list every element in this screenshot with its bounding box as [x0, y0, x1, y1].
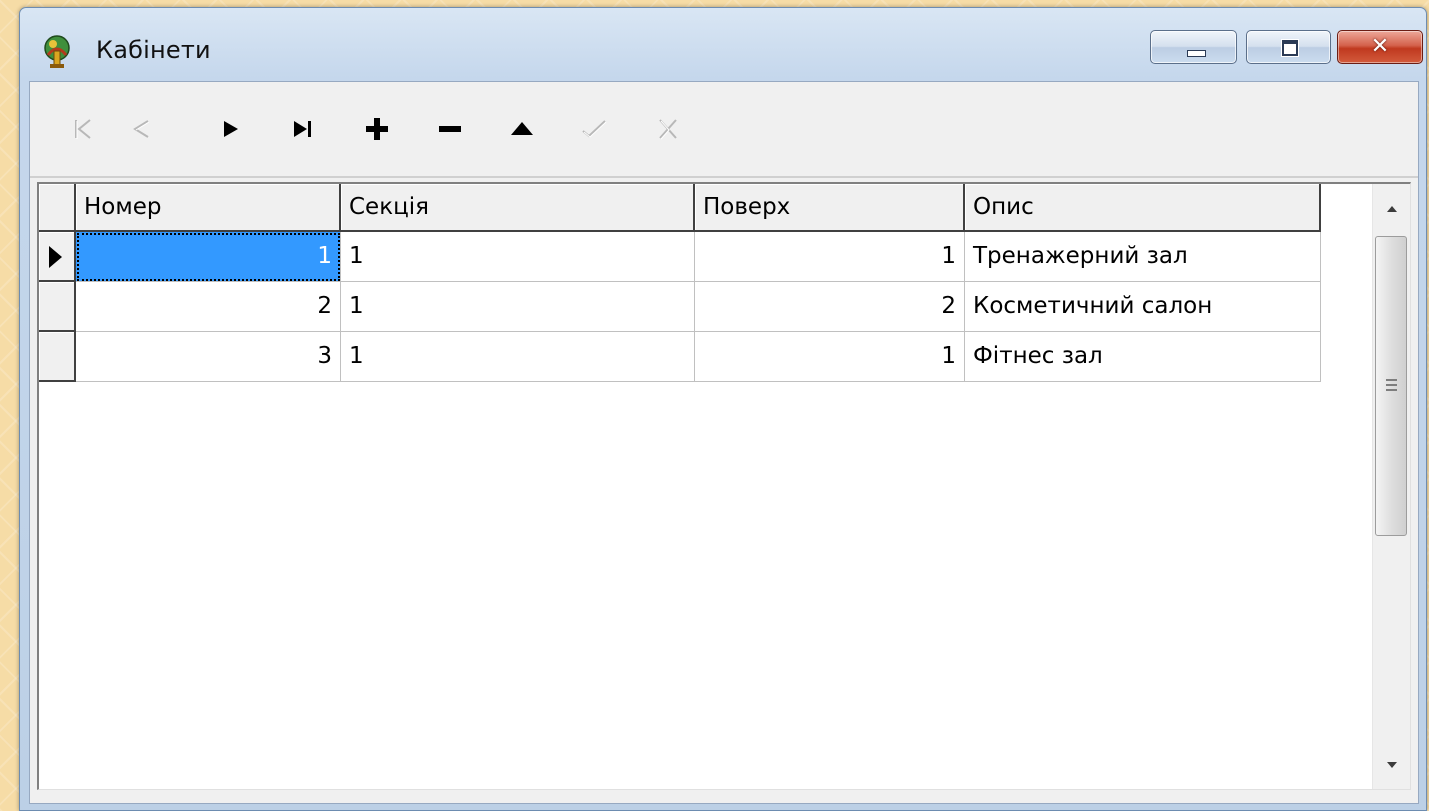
- next-record-button[interactable]: [208, 108, 252, 150]
- column-header-sektsiia[interactable]: Секція: [341, 184, 695, 232]
- cancel-x-icon: [659, 119, 677, 140]
- grid-cell[interactable]: Тренажерний зал: [965, 232, 1321, 282]
- grid-cell[interactable]: 1: [695, 232, 965, 282]
- minimize-button[interactable]: [1150, 30, 1237, 64]
- close-icon: ✕: [1370, 34, 1390, 59]
- data-grid[interactable]: Номер Секція Поверх Опис 1 1 1 Тренажерн…: [37, 182, 1411, 790]
- title-bar[interactable]: Кабінети ✕: [20, 8, 1426, 81]
- last-record-icon: [294, 121, 311, 137]
- db-navigator: [30, 82, 1418, 178]
- grid-cell[interactable]: 2: [695, 282, 965, 332]
- scroll-up-button[interactable]: [1373, 188, 1410, 228]
- delete-record-button[interactable]: [428, 108, 472, 150]
- scroll-down-arrow-icon: [1387, 762, 1397, 768]
- scroll-down-button[interactable]: [1373, 746, 1410, 786]
- vertical-scrollbar[interactable]: [1372, 184, 1410, 789]
- figure-emblem-icon: [44, 35, 70, 68]
- grid-cell[interactable]: 1: [341, 232, 695, 282]
- grid-cell[interactable]: Косметичний салон: [965, 282, 1321, 332]
- close-button[interactable]: ✕: [1337, 30, 1423, 64]
- client-area: Номер Секція Поверх Опис 1 1 1 Тренажерн…: [29, 81, 1419, 804]
- first-record-button[interactable]: [61, 108, 105, 150]
- row-indicator[interactable]: [39, 282, 76, 332]
- grid-cell[interactable]: 3: [76, 332, 341, 382]
- current-row-arrow-icon: [49, 246, 62, 268]
- grid-cell[interactable]: 1: [341, 332, 695, 382]
- prior-record-icon: [133, 120, 150, 138]
- scroll-thumb[interactable]: [1375, 236, 1407, 536]
- scroll-up-arrow-icon: [1387, 206, 1397, 212]
- grid-cell[interactable]: Фітнес зал: [965, 332, 1321, 382]
- next-record-icon: [224, 121, 238, 137]
- column-header-poverkh[interactable]: Поверх: [695, 184, 965, 232]
- plus-icon: [366, 118, 388, 140]
- first-record-icon: [75, 119, 91, 139]
- grip-lines-icon: [1386, 379, 1397, 391]
- maximize-icon: [1282, 40, 1298, 56]
- checkmark-icon: [582, 120, 607, 138]
- prior-record-button[interactable]: [118, 108, 162, 150]
- minus-icon: [439, 126, 461, 132]
- edit-triangle-icon: [511, 122, 533, 135]
- minimize-icon: [1187, 50, 1206, 57]
- app-window: Кабінети ✕ Номер Секція Поверх Опис 1 1 …: [19, 7, 1427, 811]
- grid-cell[interactable]: 1: [695, 332, 965, 382]
- grid-cell[interactable]: 1: [341, 282, 695, 332]
- grid-cell[interactable]: 1: [76, 232, 341, 282]
- maximize-button[interactable]: [1246, 30, 1331, 64]
- grid-corner: [39, 184, 76, 232]
- row-indicator[interactable]: [39, 332, 76, 382]
- cancel-edit-button[interactable]: [646, 108, 690, 150]
- column-header-nomer[interactable]: Номер: [76, 184, 341, 232]
- grid-cell[interactable]: 2: [76, 282, 341, 332]
- column-header-opys[interactable]: Опис: [965, 184, 1321, 232]
- last-record-button[interactable]: [282, 108, 326, 150]
- post-edit-button[interactable]: [572, 108, 616, 150]
- edit-record-button[interactable]: [500, 108, 544, 150]
- window-title: Кабінети: [96, 36, 211, 64]
- insert-record-button[interactable]: [355, 108, 399, 150]
- row-indicator[interactable]: [39, 232, 76, 282]
